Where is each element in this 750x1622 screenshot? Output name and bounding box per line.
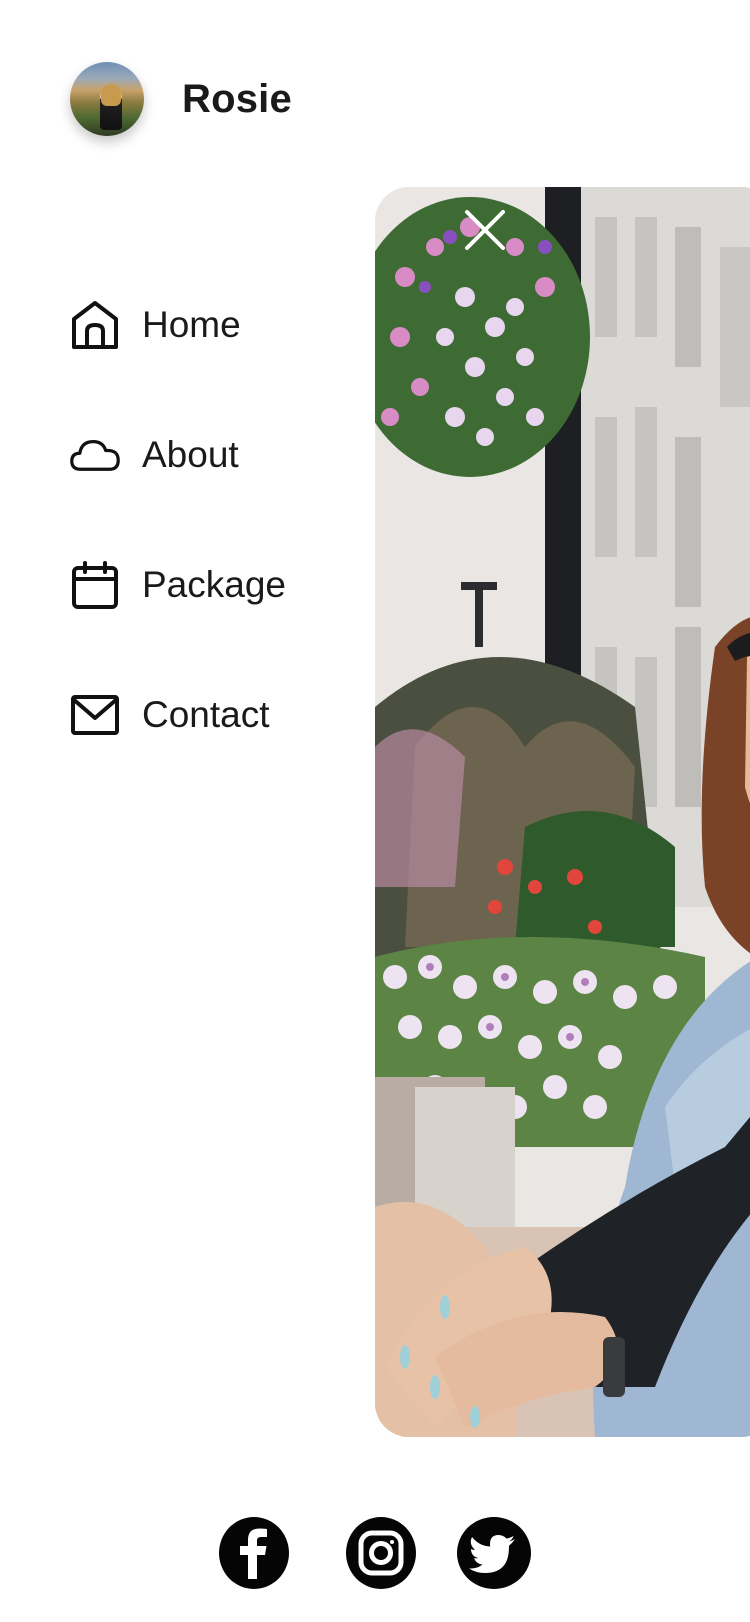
instagram-icon[interactable] — [346, 1517, 416, 1589]
hero-photo — [375, 187, 750, 1437]
avatar[interactable] — [70, 62, 144, 136]
nav-label-package: Package — [142, 564, 286, 605]
profile-header: Rosie — [70, 62, 292, 136]
twitter-icon[interactable] — [457, 1517, 531, 1589]
calendar-icon — [70, 560, 120, 610]
mail-icon — [70, 690, 120, 740]
nav-item-package[interactable]: Package — [70, 550, 286, 620]
nav-item-contact[interactable]: Contact — [70, 680, 286, 750]
close-icon[interactable] — [460, 205, 510, 255]
nav-item-about[interactable]: About — [70, 420, 286, 490]
facebook-icon[interactable] — [219, 1517, 289, 1589]
nav-item-home[interactable]: Home — [70, 290, 286, 360]
profile-name: Rosie — [182, 76, 292, 121]
home-icon — [70, 300, 120, 350]
nav-label-home: Home — [142, 304, 241, 345]
nav-label-contact: Contact — [142, 694, 270, 735]
nav-label-about: About — [142, 434, 239, 475]
cloud-icon — [70, 430, 120, 480]
side-nav: Home About Package Contact — [70, 290, 286, 750]
